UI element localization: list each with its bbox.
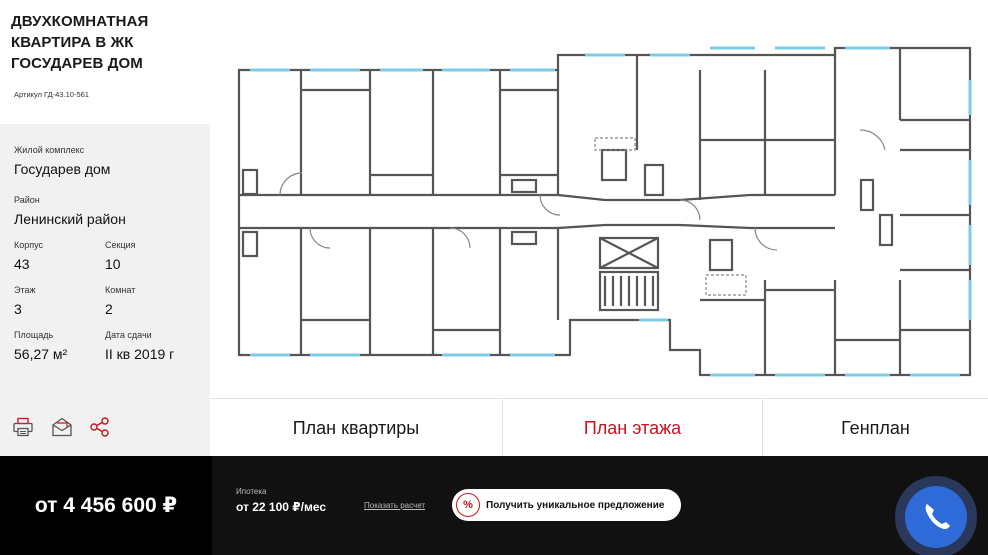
floor-plan: [210, 0, 988, 398]
section-label: Секция: [105, 240, 136, 250]
delivery-label: Дата сдачи: [105, 330, 152, 340]
apartment-header: Двухкомнатная квартира в ЖК Государев до…: [0, 0, 210, 124]
bottom-bar: от 4 456 600 ₽ Ипотека от 22 100 ₽/мес П…: [0, 456, 988, 555]
floor-label: Этаж: [14, 285, 36, 295]
page-title: Двухкомнатная квартира в ЖК Государев до…: [11, 13, 149, 72]
action-icons: [0, 396, 210, 456]
rooms-label: Комнат: [105, 285, 136, 295]
email-icon[interactable]: [51, 417, 73, 437]
print-icon[interactable]: [12, 417, 34, 437]
unique-offer-label: Получить уникальное предложение: [486, 499, 665, 511]
section-value: 10: [105, 256, 121, 272]
show-calculation-link[interactable]: Показать расчет: [364, 501, 425, 510]
mortgage-value: от 22 100 ₽/мес: [236, 500, 327, 514]
complex-value: Государев дом: [14, 161, 111, 177]
tab-site-plan[interactable]: Генплан: [762, 399, 988, 457]
tab-apartment-plan[interactable]: План квартиры: [210, 399, 502, 457]
complex-label: Жилой комплекс: [14, 145, 85, 155]
building-value: 43: [14, 256, 30, 272]
unique-offer-button[interactable]: % Получить уникальное предложение: [452, 489, 681, 521]
phone-icon: [925, 504, 950, 530]
share-icon[interactable]: [89, 417, 111, 437]
rooms-value: 2: [105, 301, 113, 317]
tab-floor-plan[interactable]: План этажа: [502, 399, 762, 457]
area-value: 56,27 м²: [14, 346, 68, 362]
plan-tabs: План квартиры План этажа Генплан: [210, 398, 988, 457]
price: от 4 456 600 ₽: [0, 456, 212, 555]
building-label: Корпус: [14, 240, 44, 250]
article-number: Артикул ГД-43.10-561: [14, 90, 89, 99]
floor-value: 3: [14, 301, 22, 317]
mortgage-label: Ипотека: [236, 487, 267, 496]
delivery-value: II кв 2019 г: [105, 346, 175, 362]
apartment-info-panel: Жилой комплекс Государев дом Район Ленин…: [0, 124, 210, 396]
floor-plan-drawing: [237, 46, 972, 377]
district-label: Район: [14, 195, 40, 205]
district-value: Ленинский район: [14, 211, 126, 227]
area-label: Площадь: [14, 330, 54, 340]
call-button[interactable]: [905, 486, 967, 548]
percent-icon: %: [456, 493, 480, 517]
